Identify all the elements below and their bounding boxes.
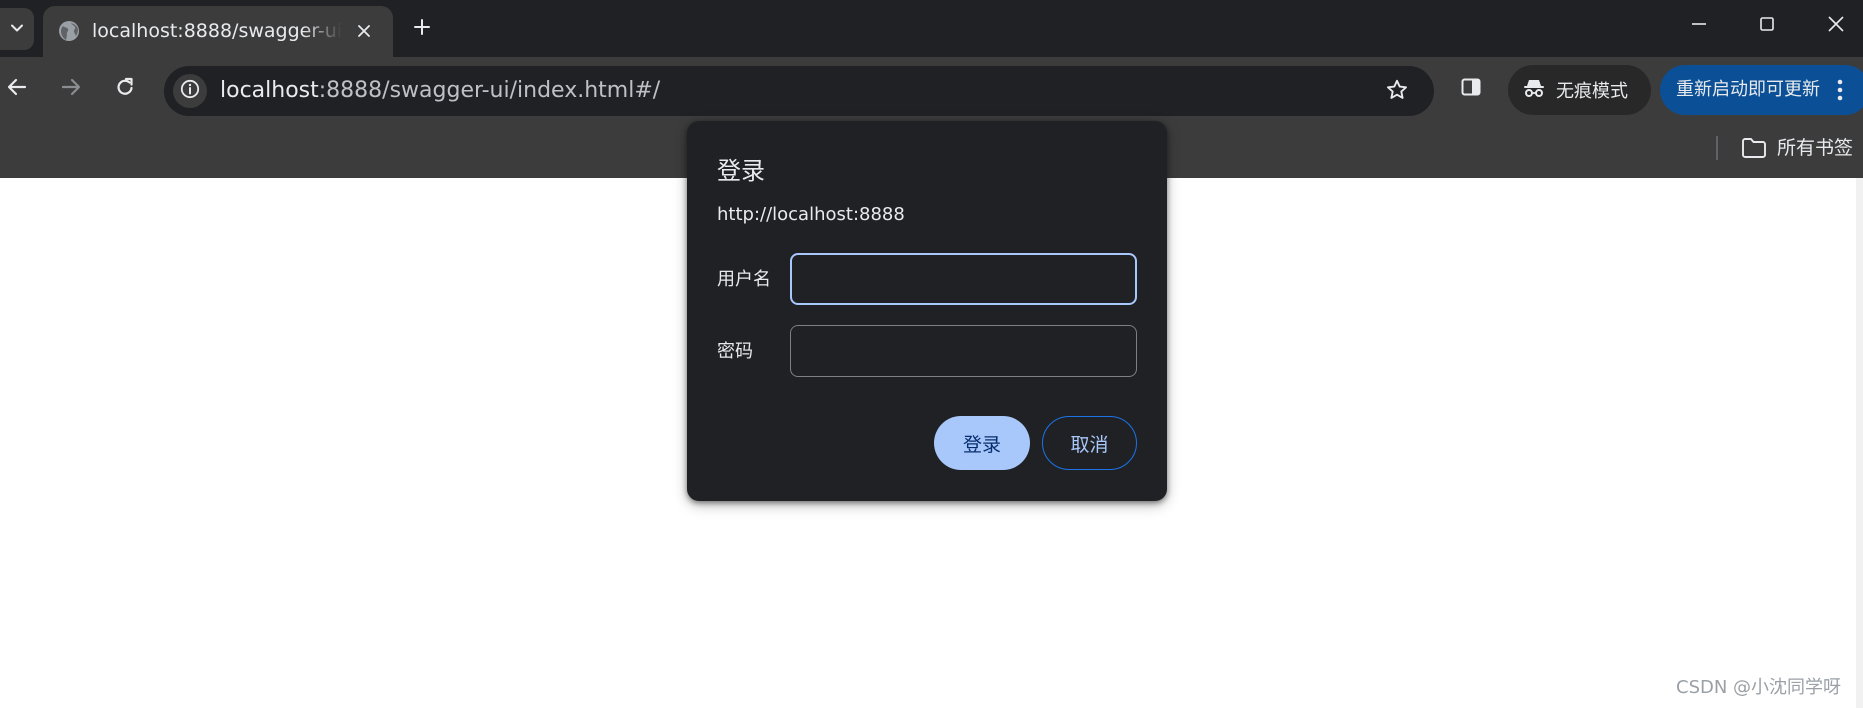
forward-button[interactable] xyxy=(55,73,87,105)
back-button[interactable] xyxy=(1,73,33,105)
cancel-button[interactable]: 取消 xyxy=(1042,416,1137,470)
arrow-right-icon xyxy=(60,76,82,102)
browser-toolbar: localhost:8888/swagger-ui/index.html#/ 无… xyxy=(0,57,1863,119)
reload-icon xyxy=(114,76,136,102)
active-tab[interactable]: localhost:8888/swagger-ui/index.html#/ xyxy=(43,6,393,57)
arrow-left-icon xyxy=(6,76,28,102)
window-close-button[interactable] xyxy=(1814,6,1858,46)
side-panel-button[interactable] xyxy=(1455,73,1487,105)
kebab-icon[interactable] xyxy=(1830,76,1850,104)
minimize-icon xyxy=(1690,15,1708,37)
dialog-title: 登录 xyxy=(717,157,765,185)
folder-icon[interactable] xyxy=(1740,134,1768,162)
tab-strip: localhost:8888/swagger-ui/index.html#/ xyxy=(0,0,1863,57)
incognito-label: 无痕模式 xyxy=(1556,81,1628,102)
maximize-icon xyxy=(1758,15,1776,37)
site-info-button[interactable] xyxy=(173,74,207,108)
incognito-button[interactable]: 无痕模式 xyxy=(1508,65,1651,115)
tab-title: localhost:8888/swagger-ui/index.html#/ xyxy=(92,20,342,42)
info-icon xyxy=(180,79,200,103)
watermark: CSDN @小沈同学呀 xyxy=(1676,677,1842,698)
star-icon xyxy=(1385,78,1409,106)
bookmarks-separator xyxy=(1716,136,1718,160)
minimize-button[interactable] xyxy=(1677,6,1721,46)
tab-search-button[interactable] xyxy=(0,8,34,50)
address-bar[interactable]: localhost:8888/swagger-ui/index.html#/ xyxy=(164,66,1434,116)
globe-icon xyxy=(57,19,81,43)
plus-icon xyxy=(413,18,431,40)
new-tab-button[interactable] xyxy=(404,11,440,47)
bookmark-star-button[interactable] xyxy=(1382,77,1412,107)
relaunch-to-update-button[interactable]: 重新启动即可更新 xyxy=(1660,65,1863,115)
url-text[interactable]: localhost:8888/swagger-ui/index.html#/ xyxy=(220,77,660,105)
login-button[interactable]: 登录 xyxy=(934,416,1030,470)
incognito-icon xyxy=(1522,76,1546,104)
dialog-origin: http://localhost:8888 xyxy=(717,204,905,225)
password-field[interactable] xyxy=(790,325,1137,377)
page-scrollbar[interactable] xyxy=(1856,178,1863,708)
relaunch-label: 重新启动即可更新 xyxy=(1676,79,1820,100)
side-panel-icon xyxy=(1460,76,1482,102)
maximize-button[interactable] xyxy=(1745,6,1789,46)
close-icon xyxy=(1827,15,1845,37)
close-icon[interactable] xyxy=(349,16,379,46)
login-dialog: 登录 http://localhost:8888 用户名 密码 登录 取消 xyxy=(687,121,1167,501)
reload-button[interactable] xyxy=(109,73,141,105)
url-host: localhost xyxy=(220,78,319,103)
all-bookmarks-link[interactable]: 所有书签 xyxy=(1777,136,1853,160)
chevron-down-icon xyxy=(10,20,24,39)
password-label: 密码 xyxy=(717,341,753,362)
username-label: 用户名 xyxy=(717,269,771,290)
username-field[interactable] xyxy=(790,253,1137,305)
url-path: :8888/swagger-ui/index.html#/ xyxy=(318,78,661,103)
